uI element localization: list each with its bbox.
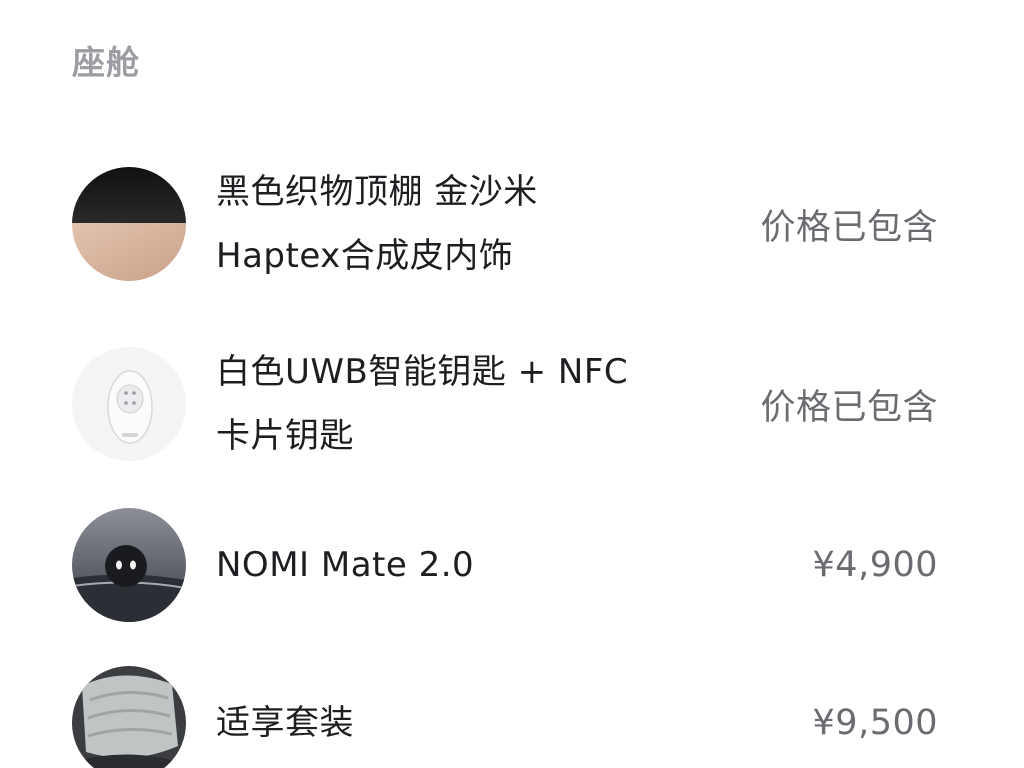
option-price: ¥4,900 <box>812 545 938 585</box>
option-name-line2: 卡片钥匙 <box>216 416 354 456</box>
section-title: 座舱 <box>72 43 140 82</box>
option-price: 价格已包含 <box>760 387 938 428</box>
option-price: ¥9,500 <box>812 703 938 743</box>
option-item-headliner[interactable]: 黑色织物顶棚 金沙米 Haptex合成皮内饰 价格已包含 <box>72 160 938 288</box>
cockpit-options-page: 座舱 黑色织物顶棚 金沙米 Haptex合成皮内饰 价格已包含 白色UWB智能钥… <box>0 0 1024 768</box>
option-name-line1: 黑色织物顶棚 金沙米 <box>216 172 538 212</box>
option-name-line1: 适享套装 <box>216 703 354 743</box>
headliner-interior-swatch-icon <box>72 167 186 281</box>
option-name: 黑色织物顶棚 金沙米 Haptex合成皮内饰 <box>216 160 760 288</box>
option-name-line1: 白色UWB智能钥匙 + NFC <box>216 352 629 392</box>
nomi-robot-icon <box>72 508 186 622</box>
smart-key-icon <box>72 347 186 461</box>
option-item-comfort-package[interactable]: 适享套装 ¥9,500 <box>72 666 938 768</box>
option-item-smart-key[interactable]: 白色UWB智能钥匙 + NFC 卡片钥匙 价格已包含 <box>72 340 938 468</box>
option-name: 白色UWB智能钥匙 + NFC 卡片钥匙 <box>216 340 760 468</box>
car-seat-icon <box>72 666 186 768</box>
option-item-nomi-mate[interactable]: NOMI Mate 2.0 ¥4,900 <box>72 508 938 622</box>
option-name: 适享套装 <box>216 691 813 755</box>
option-name-line1: NOMI Mate 2.0 <box>216 545 475 585</box>
option-price: 价格已包含 <box>760 207 938 248</box>
option-name: NOMI Mate 2.0 <box>216 533 813 597</box>
option-name-line2: Haptex合成皮内饰 <box>216 236 514 276</box>
